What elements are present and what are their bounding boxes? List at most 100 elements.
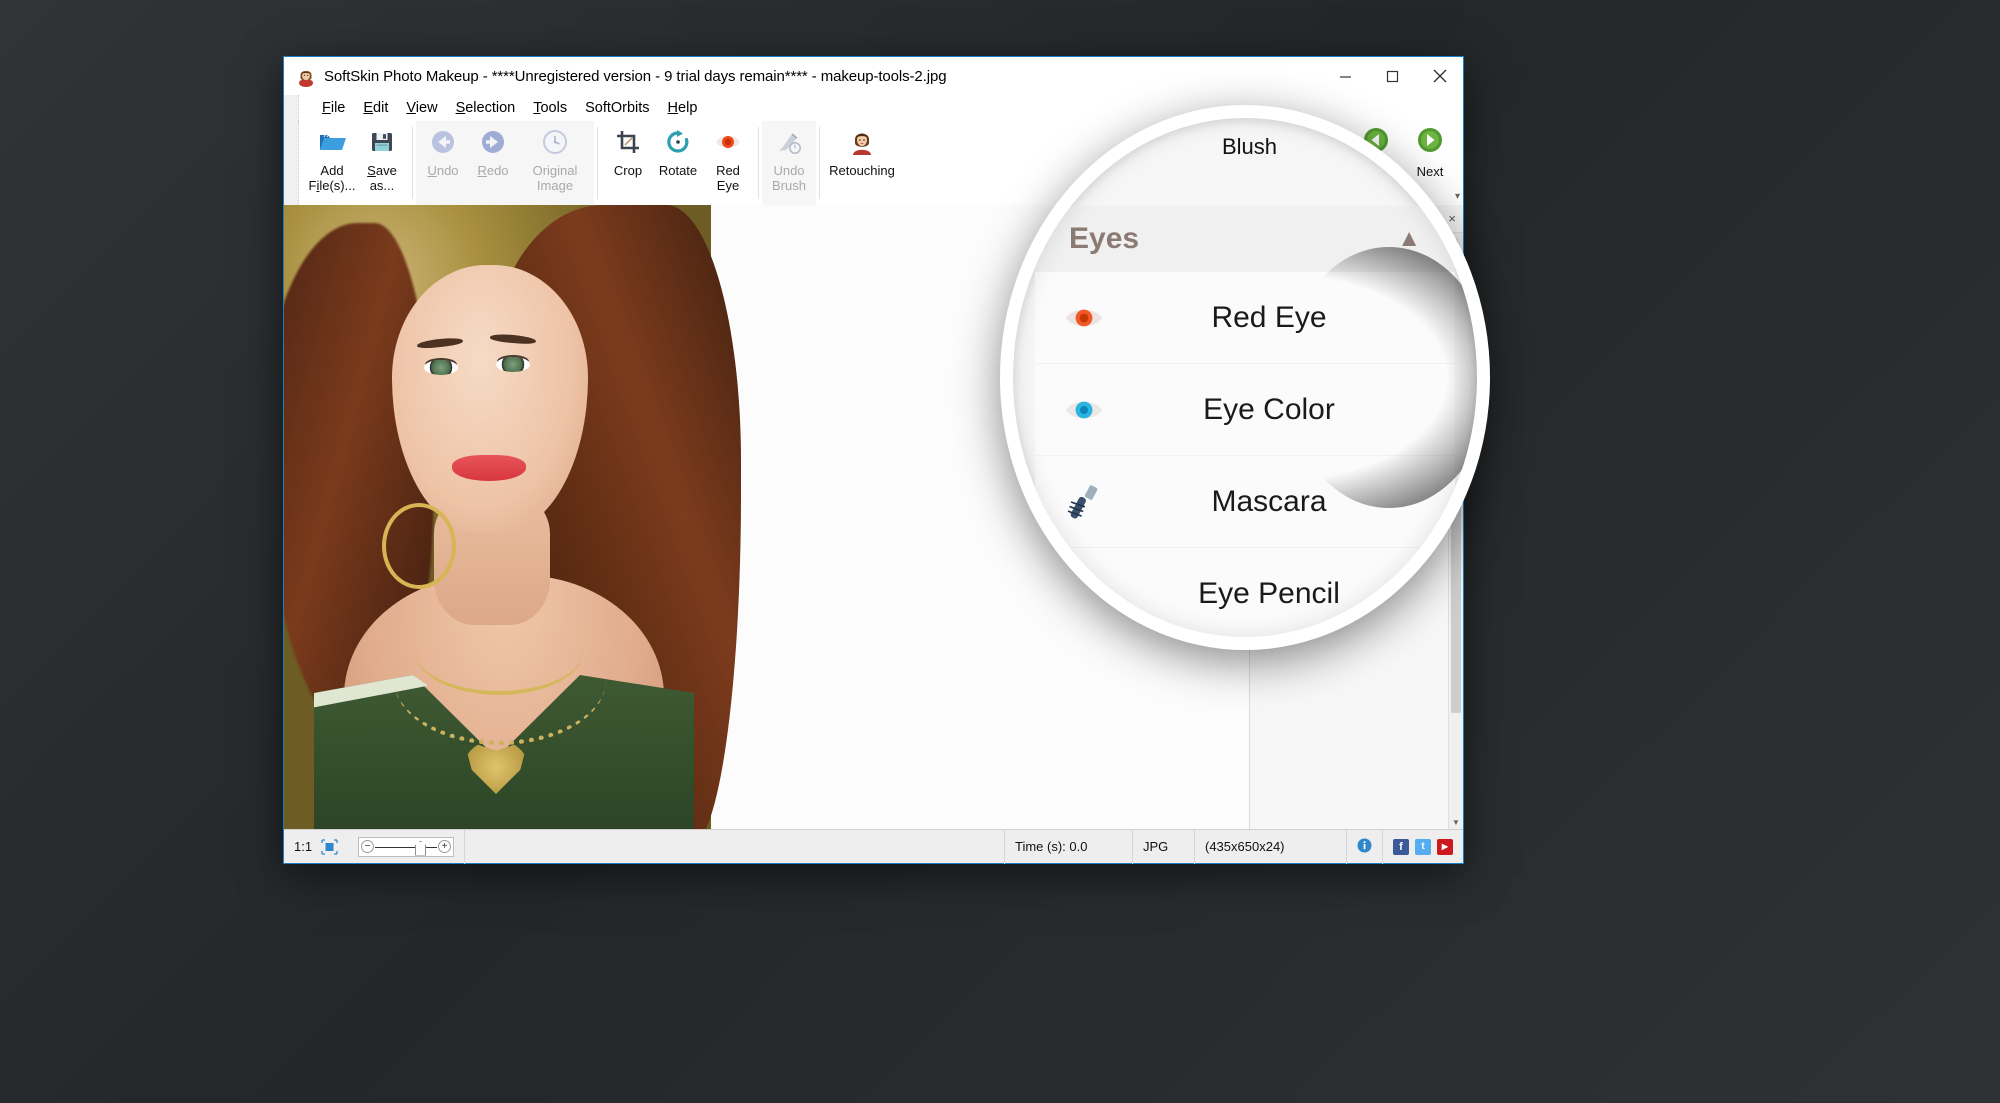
menu-item-edit[interactable]: Edit <box>354 98 397 118</box>
magnified-tool-label-eye-pencil: Eye Pencil <box>1198 576 1340 610</box>
menu-label-selection-rest: election <box>465 100 516 116</box>
rotate-button[interactable]: Rotate <box>653 121 703 197</box>
zoom-slider-rail <box>375 846 438 848</box>
crop-icon <box>616 127 640 157</box>
menu-label-file-rest: ile <box>330 100 346 116</box>
zoom-ratio-cell: 1:1 <box>284 830 348 864</box>
dimensions-cell: (435x650x24) <box>1195 829 1347 864</box>
photo-lips <box>452 455 526 481</box>
menu-item-selection[interactable]: Selection <box>447 98 525 118</box>
menu-item-help[interactable]: Help <box>659 98 707 118</box>
magnified-tool-row-red-eye[interactable]: Red Eye <box>1035 272 1455 364</box>
woman-avatar-icon <box>297 67 315 87</box>
fit-to-window-icon[interactable] <box>321 838 338 855</box>
maximize-icon[interactable] <box>1369 57 1416 95</box>
menu-label-help-rest: elp <box>678 100 698 116</box>
twitter-icon[interactable]: t <box>1415 838 1431 855</box>
info-cell[interactable] <box>1347 829 1383 864</box>
add-files-button[interactable]: Add File(s)... <box>307 121 357 197</box>
menu-item-tools[interactable]: Tools <box>524 98 576 118</box>
crop-label: Crop <box>613 163 643 178</box>
partial-blush-label: Blush <box>1222 134 1278 159</box>
zoom-slider[interactable]: − + <box>358 836 455 857</box>
social-links: f t ▶ <box>1383 838 1463 855</box>
save-as-button[interactable]: Save as... <box>357 121 407 197</box>
floppy-save-icon <box>370 127 394 157</box>
portrait-photo <box>284 205 741 829</box>
clock-history-icon <box>542 127 568 157</box>
retouching-button[interactable]: Retouching <box>825 121 899 197</box>
crop-button[interactable]: Crop <box>603 121 653 197</box>
menu-label-edit-rest: dit <box>373 100 389 116</box>
photo-hoop-earring <box>382 503 456 589</box>
magnifier-lens: Eyes ▲ Red Eye Eye Color Mascara Eye Pen… <box>1000 105 1490 650</box>
retouching-label: Retouching <box>829 163 895 178</box>
status-spacer <box>465 829 1005 864</box>
undo-button[interactable]: Undo <box>418 121 468 197</box>
red-eye-tool-icon <box>1055 304 1113 332</box>
magnified-section-header-eyes[interactable]: Eyes ▲ <box>1035 206 1455 272</box>
magnified-section-title-eyes: Eyes <box>1069 222 1140 255</box>
menu-item-view[interactable]: View <box>397 98 446 118</box>
zoom-slider-cell: − + <box>348 829 466 864</box>
window-controls <box>1322 57 1463 95</box>
toolbar-separator-4 <box>819 127 820 199</box>
photo-face <box>392 265 588 533</box>
minimize-icon[interactable] <box>1322 57 1369 95</box>
retouching-woman-icon <box>850 127 874 157</box>
youtube-icon[interactable]: ▶ <box>1437 838 1453 855</box>
save-as-label: Save as... <box>367 163 397 193</box>
undo-label: Undo <box>427 163 459 178</box>
info-icon[interactable] <box>1357 838 1372 856</box>
magnified-tool-label-eye-color: Eye Color <box>1203 392 1335 426</box>
zoom-in-button[interactable]: + <box>438 840 452 853</box>
photo-eye-right <box>496 357 530 372</box>
facebook-icon[interactable]: f <box>1393 838 1409 855</box>
status-bar: 1:1 − + Time (s): 0.0 JPG (435x650x24) f… <box>284 829 1463 864</box>
redo-button[interactable]: Redo <box>468 121 518 197</box>
triangle-up-icon[interactable]: ▲ <box>1397 225 1421 253</box>
eye-pencil-icon <box>1055 575 1113 613</box>
red-eye-icon <box>715 127 741 157</box>
toolbar-separator-2 <box>597 127 598 199</box>
undo-brush-button[interactable]: Undo Brush <box>764 121 814 197</box>
undo-brush-icon <box>776 127 802 157</box>
menu-item-softorbits[interactable]: SoftOrbits <box>576 98 658 118</box>
redo-arrow-icon <box>480 127 506 157</box>
title-bar: SoftSkin Photo Makeup - ****Unregistered… <box>284 57 1463 95</box>
menu-label-view-rest: iew <box>415 100 438 116</box>
toolbar-overflow-chevron[interactable]: ▾ <box>1455 191 1460 202</box>
toolbar-group-edit: Crop Rotate Red Eye <box>601 121 755 205</box>
undo-brush-label: Undo Brush <box>772 163 806 193</box>
toolbar-group-retouching: Retouching <box>823 121 901 205</box>
add-files-label: Add File(s)... <box>308 163 356 193</box>
magnified-tool-row-eye-color[interactable]: Eye Color <box>1035 364 1455 456</box>
window-title: SoftSkin Photo Makeup - ****Unregistered… <box>324 67 947 85</box>
magnified-tool-label-mascara: Mascara <box>1211 484 1327 518</box>
red-eye-button[interactable]: Red Eye <box>703 121 753 197</box>
toolbar-group-history: Undo Redo Original Image <box>416 121 594 205</box>
menu-label-softorbits: SoftOrbits <box>585 100 650 116</box>
open-folder-icon <box>318 127 346 157</box>
redo-label: Redo <box>477 163 509 178</box>
original-image-label: Original Image <box>532 163 578 193</box>
original-image-button[interactable]: Original Image <box>518 121 592 197</box>
undo-arrow-icon <box>430 127 456 157</box>
magnified-tool-row-mascara[interactable]: Mascara <box>1035 456 1455 548</box>
magnified-tool-row-eye-pencil[interactable]: Eye Pencil <box>1035 548 1455 637</box>
time-cell: Time (s): 0.0 <box>1005 829 1133 864</box>
toolbar-separator-1 <box>412 127 413 199</box>
magnifier-content-area: Eyes ▲ Red Eye Eye Color Mascara Eye Pen… <box>1013 118 1477 637</box>
scroll-down-arrow-icon[interactable]: ▼ <box>1449 815 1463 829</box>
magnified-tool-label-red-eye: Red Eye <box>1211 300 1327 334</box>
mascara-brush-icon <box>1055 483 1113 521</box>
zoom-slider-handle[interactable] <box>415 840 427 856</box>
photo-eye-left <box>424 360 458 375</box>
toolbar-group-undo-brush: Undo Brush <box>762 121 816 205</box>
zoom-ratio-label: 1:1 <box>294 839 313 854</box>
format-cell: JPG <box>1133 829 1195 864</box>
menu-item-file[interactable]: File <box>313 98 354 118</box>
zoom-out-button[interactable]: − <box>361 840 375 853</box>
photo-necklace-outer <box>394 615 606 745</box>
close-icon[interactable] <box>1416 57 1463 95</box>
